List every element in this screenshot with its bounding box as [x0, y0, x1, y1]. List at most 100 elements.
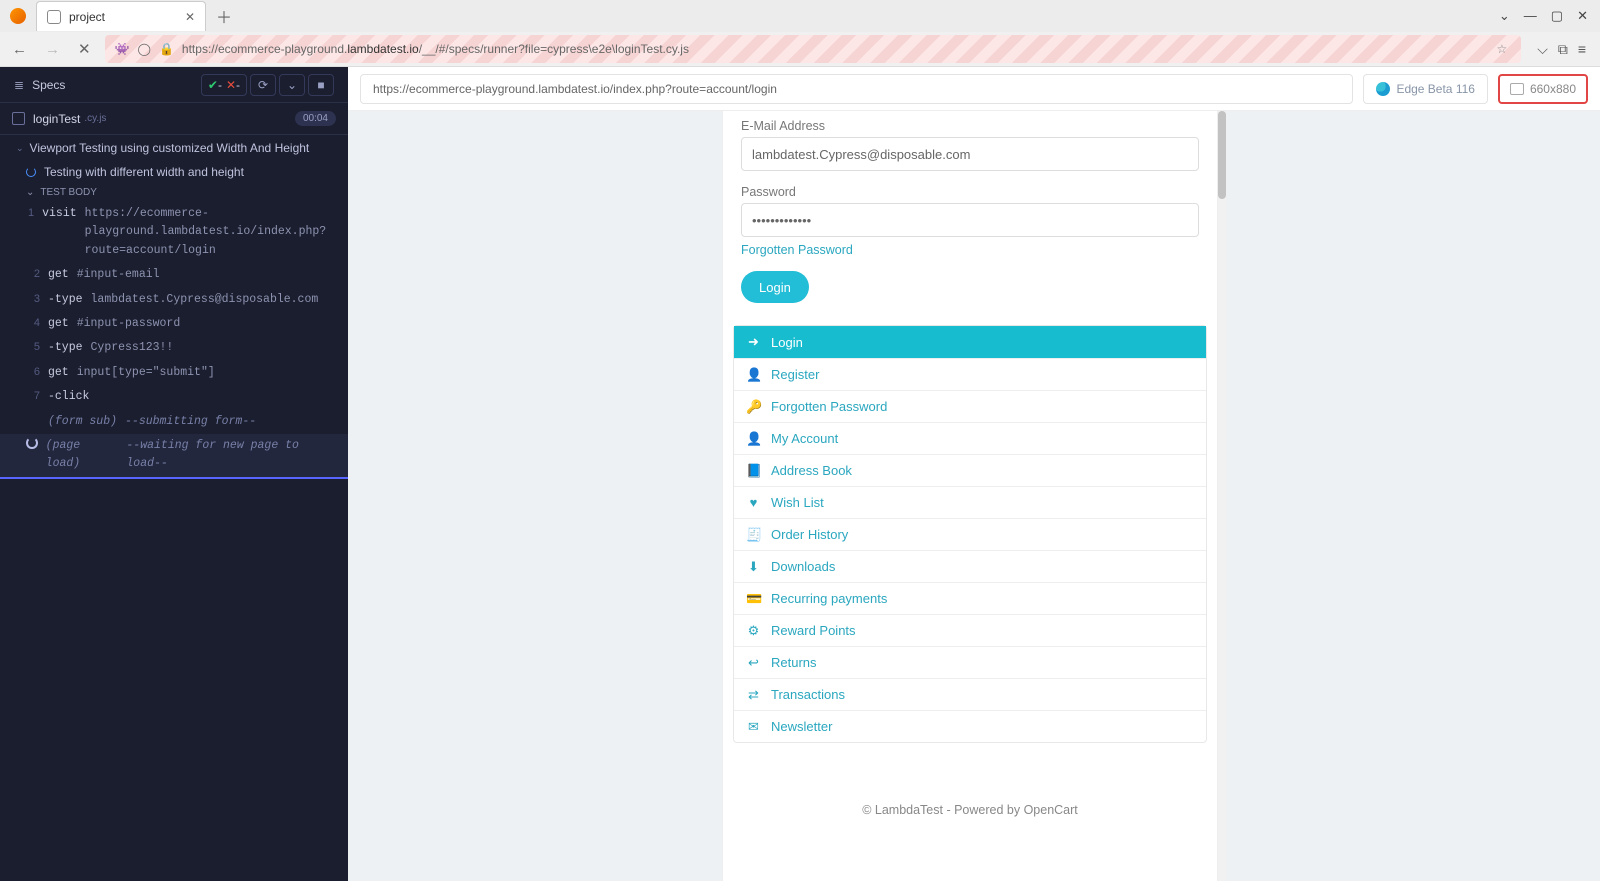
menu-item-label: Order History	[771, 527, 848, 542]
viewport-size-button[interactable]: 660x880	[1498, 74, 1588, 104]
side-menu-item[interactable]: 👤My Account	[734, 422, 1206, 454]
cypress-sidebar: ≣ Specs ✔- ✕- ⟳ ⌄ ■ loginTest .cy.js 00:…	[0, 67, 348, 881]
login-button[interactable]: Login	[741, 271, 809, 303]
command-row[interactable]: 5-typeCypress123!!	[0, 336, 348, 360]
menu-item-icon: 📘	[746, 463, 761, 479]
spinner-icon	[26, 167, 36, 177]
menu-item-icon: ✉	[746, 719, 761, 735]
command-row[interactable]: 3-typelambdatest.Cypress@disposable.com	[0, 288, 348, 312]
close-window-icon[interactable]: ✕	[1577, 8, 1588, 24]
browser-selector[interactable]: Edge Beta 116	[1363, 74, 1488, 104]
menu-item-label: Reward Points	[771, 623, 856, 638]
pass-fail-pill[interactable]: ✔- ✕-	[201, 74, 247, 96]
caret-down-icon: ⌄	[26, 187, 34, 198]
side-menu-item[interactable]: ⇄Transactions	[734, 678, 1206, 710]
bookmark-star-icon[interactable]: ☆	[1496, 42, 1507, 56]
account-side-menu: ➜ Login 👤Register 🔑 Forgotten Password 👤My Ac…	[733, 325, 1207, 743]
run-caret-button[interactable]: ⌄	[279, 74, 305, 96]
side-menu-item[interactable]: 👤Register	[734, 358, 1206, 390]
menu-item-label: Wish List	[771, 495, 824, 510]
command-row[interactable]: 1visithttps://ecommerce-playground.lambd…	[0, 202, 348, 263]
command-row[interactable]: 6getinput[type="submit"]	[0, 361, 348, 385]
menu-item-icon: ⬇	[746, 559, 761, 575]
menu-item-label: Forgotten Password	[771, 399, 887, 414]
menu-item-icon: ♥	[746, 495, 761, 510]
close-tab-icon[interactable]: ✕	[185, 10, 195, 24]
caret-down-icon: ⌄	[16, 143, 24, 154]
specs-title: Specs	[32, 78, 201, 92]
side-menu-item[interactable]: 🧾 Order History	[734, 518, 1206, 550]
command-row[interactable]: 4get#input-password	[0, 312, 348, 336]
menu-item-label: My Account	[771, 431, 838, 446]
command-row[interactable]: 7-click	[0, 385, 348, 409]
describe-block[interactable]: ⌄ Viewport Testing using customized Widt…	[0, 135, 348, 161]
menu-item-label: Address Book	[771, 463, 852, 478]
file-icon	[12, 112, 25, 125]
command-row[interactable]: 2get#input-email	[0, 263, 348, 287]
menu-item-label: Register	[771, 367, 819, 382]
firefox-logo-icon	[10, 8, 26, 24]
forward-button[interactable]: →	[41, 38, 64, 61]
ruler-icon	[1510, 83, 1524, 95]
tab-title: project	[69, 10, 105, 24]
it-block[interactable]: Testing with different width and height	[0, 161, 348, 183]
side-menu-item[interactable]: ✉Newsletter	[734, 710, 1206, 742]
url-text: https://ecommerce-playground.lambdatest.…	[182, 42, 1489, 56]
tab-bar: project ✕ ＋ ⌄ — ▢ ✕	[0, 0, 1600, 32]
password-label: Password	[741, 181, 1199, 203]
window-controls: ⌄ — ▢ ✕	[1487, 8, 1600, 24]
menu-item-icon: 🧾	[746, 527, 761, 543]
shield-icon: ◯	[138, 42, 151, 56]
email-label: E-Mail Address	[741, 115, 1199, 137]
forgot-password-link[interactable]: Forgotten Password	[741, 237, 853, 263]
aut-footer: © LambdaTest - Powered by OpenCart	[733, 743, 1207, 827]
menu-item-icon: 💳	[746, 591, 761, 607]
menu-item-label: Recurring payments	[771, 591, 887, 606]
test-body-label[interactable]: ⌄ TEST BODY	[0, 183, 348, 202]
side-menu-item[interactable]: ⬇ Downloads	[734, 550, 1206, 582]
scrollbar-thumb[interactable]	[1218, 111, 1226, 199]
cypress-favicon-icon	[47, 10, 61, 24]
maximize-icon[interactable]: ▢	[1551, 8, 1563, 24]
stop-button[interactable]: ■	[308, 74, 334, 96]
hamburger-menu-icon[interactable]: ≡	[1578, 41, 1586, 58]
menu-item-icon: ➜	[746, 334, 761, 350]
side-menu-item[interactable]: ♥ Wish List	[734, 486, 1206, 518]
reload-button[interactable]: ⟳	[250, 74, 276, 96]
side-menu-item[interactable]: 📘 Address Book	[734, 454, 1206, 486]
menu-item-icon: ⇄	[746, 687, 761, 703]
side-menu-item[interactable]: ➜ Login	[734, 326, 1206, 358]
aut-frame: E-Mail Address Password Forgotten Passwo…	[722, 111, 1218, 881]
specs-menu-icon[interactable]: ≣	[14, 78, 24, 92]
stop-reload-button[interactable]: ✕	[74, 37, 95, 61]
runner-main: https://ecommerce-playground.lambdatest.…	[348, 67, 1600, 881]
side-menu-item[interactable]: 🔑 Forgotten Password	[734, 390, 1206, 422]
minimize-icon[interactable]: —	[1524, 8, 1537, 24]
address-bar[interactable]: 👾 ◯ 🔒 https://ecommerce-playground.lambd…	[105, 35, 1522, 63]
command-loading: (page load)--waiting for new page to loa…	[0, 434, 348, 479]
side-menu-item[interactable]: ⚙ Reward Points	[734, 614, 1206, 646]
window-chevron-icon[interactable]: ⌄	[1499, 8, 1510, 24]
menu-item-icon: 🔑	[746, 399, 761, 415]
aut-scrollbar[interactable]	[1218, 111, 1226, 881]
email-field[interactable]	[741, 137, 1199, 171]
menu-item-label: Login	[771, 335, 803, 350]
new-tab-button[interactable]: ＋	[212, 0, 236, 32]
side-menu-item[interactable]: ↩Returns	[734, 646, 1206, 678]
side-menu-item[interactable]: 💳 Recurring payments	[734, 582, 1206, 614]
pocket-icon[interactable]: ⌵	[1537, 41, 1548, 58]
menu-item-icon: ⚙	[746, 623, 761, 639]
spec-filename: loginTest	[33, 112, 80, 126]
aut-url-bar[interactable]: https://ecommerce-playground.lambdatest.…	[360, 74, 1353, 104]
browser-chrome: project ✕ ＋ ⌄ — ▢ ✕ ← → ✕ 👾 ◯ 🔒 https://…	[0, 0, 1600, 67]
extensions-icon[interactable]: ⧉	[1558, 41, 1568, 58]
aut-viewport-area: E-Mail Address Password Forgotten Passwo…	[348, 111, 1600, 881]
browser-tab[interactable]: project ✕	[36, 1, 206, 31]
menu-item-label: Downloads	[771, 559, 835, 574]
password-field[interactable]	[741, 203, 1199, 237]
menu-item-label: Returns	[771, 655, 817, 670]
back-button[interactable]: ←	[8, 38, 31, 61]
browser-toolbar: ← → ✕ 👾 ◯ 🔒 https://ecommerce-playground…	[0, 32, 1600, 66]
spec-header[interactable]: loginTest .cy.js 00:04	[0, 103, 348, 135]
robot-icon: 👾	[115, 42, 130, 56]
